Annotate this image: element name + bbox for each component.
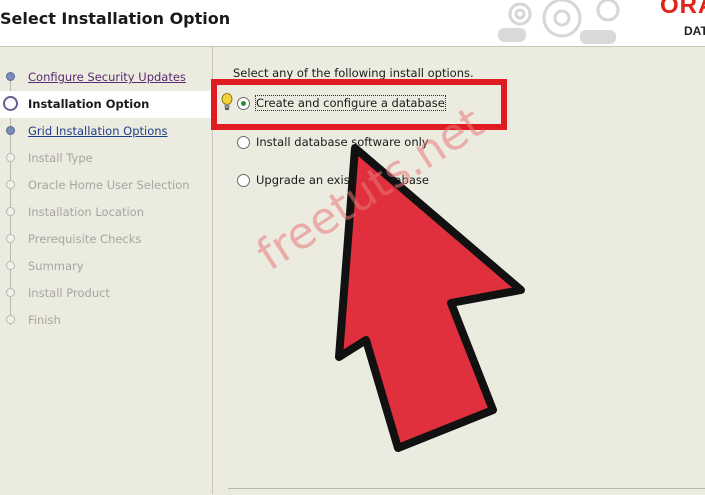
step-install-type: Install Type <box>0 145 212 172</box>
step-pending-icon <box>6 180 15 189</box>
step-prerequisite-checks: Prerequisite Checks <box>0 226 212 253</box>
step-label: Installation Location <box>28 205 144 219</box>
step-label: Prerequisite Checks <box>28 232 142 246</box>
radio-selected[interactable] <box>237 97 250 110</box>
gears-icon <box>498 0 620 44</box>
step-pending-icon <box>6 207 15 216</box>
step-grid-installation-options[interactable]: Grid Installation Options <box>0 118 212 145</box>
step-configure-security-updates[interactable]: Configure Security Updates <box>0 64 212 91</box>
step-summary: Summary <box>0 253 212 280</box>
radio-unselected[interactable] <box>237 136 250 149</box>
step-label: Installation Option <box>28 97 150 111</box>
step-label: Configure Security Updates <box>28 70 186 84</box>
step-pending-icon <box>6 153 15 162</box>
brand-subtitle: DAT <box>684 24 705 38</box>
step-pending-icon <box>6 315 15 324</box>
step-label: Install Product <box>28 286 110 300</box>
step-label: Oracle Home User Selection <box>28 178 190 192</box>
step-label: Grid Installation Options <box>28 124 168 138</box>
options-prompt: Select any of the following install opti… <box>233 66 474 80</box>
lightbulb-icon <box>221 93 233 110</box>
step-finish: Finish <box>0 307 212 334</box>
step-pending-icon <box>6 288 15 297</box>
step-label: Finish <box>28 313 61 327</box>
step-label: Install Type <box>28 151 93 165</box>
steps-sidebar: Configure Security Updates Installation … <box>0 47 213 494</box>
step-done-icon <box>6 72 15 81</box>
page-title: Select Installation Option <box>0 9 231 28</box>
step-installation-option[interactable]: Installation Option <box>0 91 212 118</box>
step-install-product: Install Product <box>0 280 212 307</box>
step-link-icon <box>6 126 15 135</box>
step-current-icon <box>3 96 18 111</box>
brand-logo: ORA <box>660 0 705 19</box>
step-installation-location: Installation Location <box>0 199 212 226</box>
step-pending-icon <box>6 234 15 243</box>
step-oracle-home-user-selection: Oracle Home User Selection <box>0 172 212 199</box>
step-pending-icon <box>6 261 15 270</box>
option-label: Create and configure a database <box>255 95 446 111</box>
header-bar: Select Installation Option ORA DAT <box>0 0 705 47</box>
radio-unselected[interactable] <box>237 174 250 187</box>
step-label: Summary <box>28 259 84 273</box>
